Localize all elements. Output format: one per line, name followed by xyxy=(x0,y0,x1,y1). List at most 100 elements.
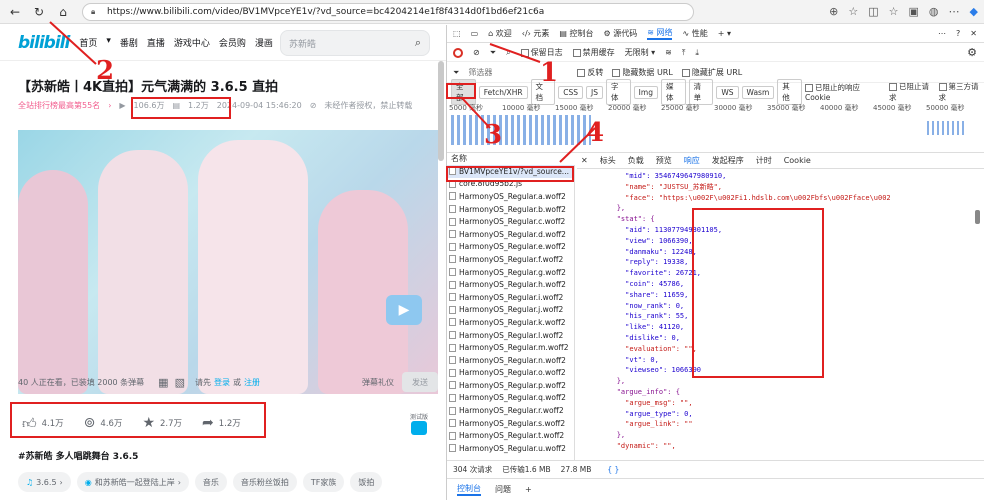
request-row[interactable]: HarmonyOS_Regular.e.woff2 xyxy=(447,241,574,254)
tab-headers[interactable]: 标头 xyxy=(600,155,616,166)
tab-console[interactable]: ▤ 控制台 xyxy=(559,28,593,39)
tab-performance[interactable]: ∿ 性能 xyxy=(682,28,707,39)
request-row[interactable]: HarmonyOS_Regular.u.woff2 xyxy=(447,442,574,455)
close-detail-icon[interactable]: ✕ xyxy=(581,156,588,165)
type-img[interactable]: Img xyxy=(633,85,658,99)
export-icon[interactable]: ⤓ xyxy=(695,48,699,58)
hide-ext-url-checkbox[interactable]: 隐藏扩展 URL xyxy=(681,67,742,78)
request-row[interactable]: HarmonyOS_Regular.l.woff2 xyxy=(447,329,574,342)
request-row[interactable]: HarmonyOS_Regular.n.woff2 xyxy=(447,354,574,367)
request-row[interactable]: HarmonyOS_Regular.g.woff2 xyxy=(447,266,574,279)
search-icon[interactable]: ⌕ xyxy=(506,48,510,58)
danmaku-settings-icon[interactable]: ▧ xyxy=(175,376,185,389)
address-bar[interactable]: 🔒︎ https://www.bilibili.com/video/BV1MVp… xyxy=(82,2,694,21)
request-row[interactable]: HarmonyOS_Regular.o.woff2 xyxy=(447,367,574,380)
login-link[interactable]: 登录 xyxy=(214,377,230,388)
network-overview[interactable]: 5000 毫秒 10000 毫秒 15000 毫秒 20000 毫秒 25000 毫秒 3… xyxy=(447,101,984,153)
tag-item[interactable]: TF家族 xyxy=(302,472,345,492)
danmaku-toggle-icon[interactable]: ▦ xyxy=(158,376,168,389)
drawer-add-tab[interactable]: + xyxy=(525,485,532,494)
tab-welcome[interactable]: ⌂ 欢迎 xyxy=(488,28,512,39)
split-screen-icon[interactable]: ◫ xyxy=(868,5,878,18)
home-icon[interactable]: ⌂ xyxy=(54,3,72,21)
bilibili-logo[interactable]: bilibili xyxy=(18,33,70,53)
favorites-icon[interactable]: ☆ xyxy=(889,5,899,18)
request-row[interactable]: HarmonyOS_Regular.s.woff2 xyxy=(447,417,574,430)
disable-cache-checkbox[interactable]: 禁用缓存 xyxy=(572,47,615,58)
request-row[interactable]: HarmonyOS_Regular.q.woff2 xyxy=(447,392,574,405)
request-row[interactable]: HarmonyOS_Regular.r.woff2 xyxy=(447,404,574,417)
request-row[interactable]: HarmonyOS_Regular.i.woff2 xyxy=(447,291,574,304)
record-icon[interactable] xyxy=(453,47,463,58)
tab-sources[interactable]: ⚙︎ 源代码 xyxy=(604,28,638,39)
close-icon[interactable]: ✕ xyxy=(970,29,977,38)
request-row[interactable]: HarmonyOS_Regular.f.woff2 xyxy=(447,253,574,266)
collections-icon[interactable]: ▣ xyxy=(909,5,919,18)
tags-title[interactable]: #苏新皓 多人唱跳舞台 3.6.5 xyxy=(18,449,138,462)
request-row[interactable]: HarmonyOS_Regular.j.woff2 xyxy=(447,304,574,317)
request-row[interactable]: HarmonyOS_Regular.k.woff2 xyxy=(447,316,574,329)
nav-bangumi[interactable]: 番剧 xyxy=(120,36,138,49)
blocked-request-checkbox[interactable]: 已阻止请求 xyxy=(889,81,936,103)
third-party-checkbox[interactable]: 第三方请求 xyxy=(938,81,984,103)
tag-item[interactable]: 饭拍 xyxy=(350,472,383,492)
help-icon[interactable]: ? xyxy=(956,29,960,38)
send-button[interactable]: 发送 xyxy=(402,372,438,392)
type-js[interactable]: JS xyxy=(586,85,603,99)
inspect-icon[interactable]: ⬚ xyxy=(453,29,461,38)
page-scrollbar[interactable] xyxy=(438,61,444,161)
clear-icon[interactable]: ⊘ xyxy=(473,48,480,57)
rank-badge[interactable]: 全站排行榜最高第55名 xyxy=(18,100,100,111)
hide-data-url-checkbox[interactable]: 隐藏数据 URL xyxy=(612,67,673,78)
device-icon[interactable]: ▭ xyxy=(471,29,479,38)
preserve-log-checkbox[interactable]: 保留日志 xyxy=(520,47,563,58)
test-badge[interactable]: 测试版 xyxy=(410,412,428,435)
more-icon[interactable]: ⋯ xyxy=(949,5,960,18)
request-row[interactable]: HarmonyOS_Regular.p.woff2 xyxy=(447,379,574,392)
wifi-icon[interactable]: ≋ xyxy=(665,48,672,57)
response-scrollbar[interactable] xyxy=(975,210,980,224)
zoom-icon[interactable]: ⊕ xyxy=(829,5,838,18)
request-row[interactable]: HarmonyOS_Regular.a.woff2 xyxy=(447,190,574,203)
nav-live[interactable]: 直播 xyxy=(147,36,165,49)
search-input[interactable]: 苏新皓 ⌕ xyxy=(280,30,430,56)
tag-item[interactable]: ◉ 和苏新皓一起登陆上岸 › xyxy=(76,472,189,492)
tab-network[interactable]: ≋ 网络 xyxy=(647,27,673,40)
video-player[interactable]: ▶ xyxy=(18,130,438,394)
tab-cookie[interactable]: Cookie xyxy=(784,156,811,165)
drawer-console-tab[interactable]: 控制台 xyxy=(457,483,481,496)
tab-timing[interactable]: 计时 xyxy=(756,155,772,166)
tab-response[interactable]: 响应 xyxy=(684,155,700,166)
tab-initiator[interactable]: 发起程序 xyxy=(712,155,744,166)
nav-manga[interactable]: 漫画 xyxy=(255,36,273,49)
nav-game[interactable]: 游戏中心 xyxy=(174,36,210,49)
type-ws[interactable]: WS xyxy=(716,85,739,99)
nav-home[interactable]: 首页 xyxy=(79,36,97,49)
tab-elements[interactable]: ‹/› 元素 xyxy=(522,28,550,39)
request-row[interactable]: HarmonyOS_Regular.b.woff2 xyxy=(447,203,574,216)
favorite-star-icon[interactable]: ☆ xyxy=(848,5,858,18)
search-icon[interactable]: ⌕ xyxy=(415,36,421,50)
throttle-select[interactable]: 无限制 ▾ xyxy=(625,47,656,58)
invert-checkbox[interactable]: 反转 xyxy=(577,67,603,78)
pretty-print-button[interactable]: { } xyxy=(607,465,619,474)
tag-item[interactable]: ♫ 3.6.5 › xyxy=(18,472,71,492)
request-row[interactable]: HarmonyOS_Regular.m.woff2 xyxy=(447,341,574,354)
profile-icon[interactable]: ◍ xyxy=(929,5,939,18)
type-wasm[interactable]: Wasm xyxy=(741,85,775,99)
tag-item[interactable]: 音乐粉丝饭拍 xyxy=(232,472,297,492)
more-tabs-icon[interactable]: + ▾ xyxy=(718,29,731,38)
tab-payload[interactable]: 负载 xyxy=(628,155,644,166)
import-icon[interactable]: ⤒ xyxy=(682,48,686,58)
request-row[interactable]: HarmonyOS_Regular.c.woff2 xyxy=(447,215,574,228)
type-css[interactable]: CSS xyxy=(558,85,583,99)
type-fetch-xhr[interactable]: Fetch/XHR xyxy=(478,85,528,99)
settings-gear-icon[interactable]: ⚙︎ xyxy=(967,46,977,59)
blocked-cookie-checkbox[interactable]: 已阻止的响应 Cookie xyxy=(804,82,886,102)
nav-mall[interactable]: 会员购 xyxy=(219,36,246,49)
request-row[interactable]: HarmonyOS_Regular.t.woff2 xyxy=(447,429,574,442)
register-link[interactable]: 注册 xyxy=(244,377,260,388)
name-column-header[interactable]: 名称 xyxy=(447,153,575,165)
more-options-icon[interactable]: ⋯ xyxy=(938,29,946,38)
filter-icon[interactable]: ⏷ xyxy=(490,48,496,58)
